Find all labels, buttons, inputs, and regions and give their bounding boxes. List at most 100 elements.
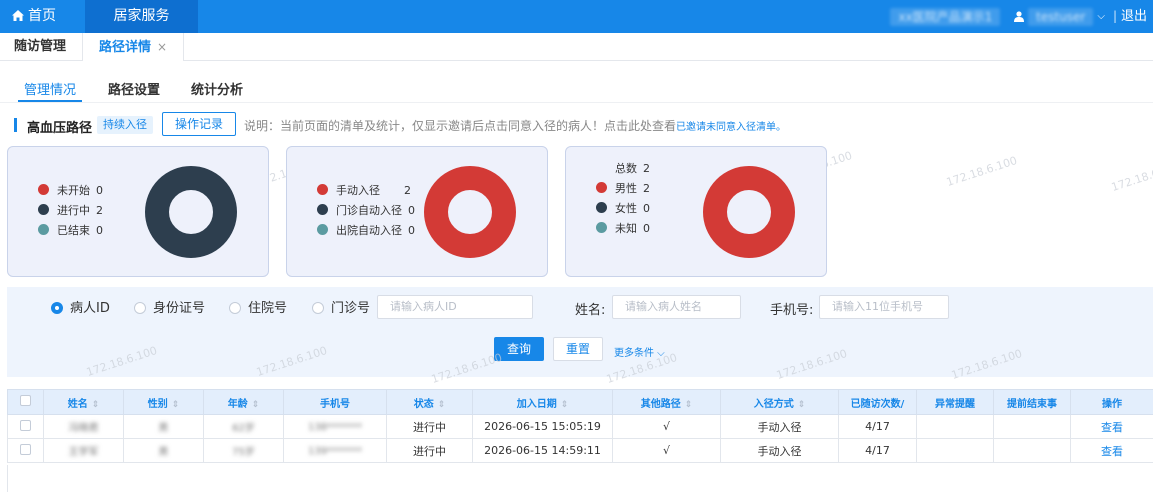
operation-record-button[interactable]: 操作记录 [162,112,236,136]
radio-circle[interactable] [51,302,63,314]
patient-phone: 138******* [307,422,363,433]
subtab-management[interactable]: 管理情况 [24,79,76,98]
cell-gender: 男 [123,414,204,439]
legend-value: 0 [643,202,650,215]
select-all-checkbox[interactable] [20,395,31,406]
patient-age: 75岁 [232,447,255,458]
view-link[interactable]: 查看 [1101,421,1123,434]
legend-item: 出院自动入径 0 [317,221,415,241]
column-header-label: 其他路径 [640,398,681,410]
select-all-header [7,389,44,415]
column-header-early-end: 提前结束事 [993,389,1071,415]
cell-age: 62岁 [203,414,284,439]
legend-label: 男性 [615,182,637,195]
more-conditions-link[interactable]: 更多条件 ⌵ [614,344,665,359]
total-label: 总数 [615,162,637,175]
user-area: xx医院产品演示1 testuser ⌵ | 退出 [890,0,1147,33]
cell-entry-method: 手动入径 [720,414,839,439]
legend-total: 总数 2 [596,159,650,179]
tab-path-detail[interactable]: 路径详情 × [82,33,184,61]
active-tab-indicator [18,100,82,102]
sort-icon[interactable]: ⇕ [798,400,806,410]
radio-circle[interactable] [229,302,241,314]
legend-dot [317,224,328,235]
radio-circle[interactable] [134,302,146,314]
row-checkbox[interactable] [20,443,31,455]
radio-inpatient-no[interactable]: 住院号 [229,301,287,317]
legend-value: 2 [404,184,411,197]
column-header-label: 性别 [147,398,168,410]
column-header-visits: 已随访次数/ [838,389,917,415]
gender-donut-chart [703,166,795,258]
cell-action: 查看 [1070,438,1153,463]
table-row: 王学军 男 75岁 139******* 进行中 2026-06-15 14:5… [7,438,1153,463]
legend-value: 2 [96,204,103,217]
row-select [7,414,44,439]
table-row: 冯晓君 男 62岁 138******* 进行中 2026-06-15 15:0… [7,414,1153,439]
column-header-label: 入径方式 [753,398,794,410]
path-description: 说明：当前页面的清单及统计，仅显示邀请后点击同意入径的病人！点击此处查看已邀请未… [244,117,786,134]
status-legend: 未开始 0 进行中 2 已结束 0 [38,181,103,241]
legend-item: 门诊自动入径 0 [317,201,415,221]
query-button[interactable]: 查询 [494,337,544,361]
sort-icon[interactable]: ⇕ [685,400,693,410]
cell-early-end [993,414,1071,439]
column-header-gender[interactable]: 性别 ⇕ [123,389,204,415]
uninvited-list-link[interactable]: 已邀请未同意入径清单。 [676,122,786,133]
radio-circle[interactable] [312,302,324,314]
row-select [7,438,44,463]
sort-icon[interactable]: ⇕ [92,400,100,410]
cell-alert [916,438,994,463]
view-link[interactable]: 查看 [1101,445,1123,458]
column-header-name[interactable]: 姓名 ⇕ [43,389,124,415]
sort-icon[interactable]: ⇕ [561,400,569,410]
legend-label: 未知 [615,222,637,235]
phone-input[interactable]: 请输入11位手机号 [819,295,949,319]
radio-outpatient-no[interactable]: 门诊号 [312,301,370,317]
reset-button[interactable]: 重置 [553,337,603,361]
row-checkbox[interactable] [20,419,31,431]
cell-phone: 138******* [283,414,387,439]
legend-item: 女性 0 [596,199,650,219]
legend-dot [596,182,607,193]
sort-icon[interactable]: ⇕ [252,400,260,410]
subtab-path-settings[interactable]: 路径设置 [108,79,160,98]
chevron-down-icon[interactable]: ⌵ [1097,0,1105,33]
table-header-row: 姓名 ⇕ 性别 ⇕ 年龄 ⇕ 手机号 状态 ⇕ 加入日期 ⇕ 其他路径 ⇕ 入径方式 ⇕ 已随… [7,389,1153,415]
name-input[interactable]: 请输入病人姓名 [612,295,741,319]
radio-patient-id[interactable]: 病人ID [51,301,110,317]
column-header-action: 操作 [1070,389,1153,415]
nav-home-service-label: 居家服务 [113,8,170,24]
cell-other-path: √ [612,414,721,439]
org-name[interactable]: xx医院产品演示1 [890,7,1001,26]
radio-id-card[interactable]: 身份证号 [134,301,205,317]
nav-home-service[interactable]: 居家服务 [85,0,198,33]
patient-id-input[interactable]: 请输入病人ID [377,295,533,319]
nav-home[interactable]: 首页 [0,0,85,33]
close-icon[interactable]: × [157,40,167,54]
tab-label: 路径详情 [99,40,152,55]
logout-link[interactable]: 退出 [1121,9,1147,24]
legend-dot [596,202,607,213]
column-header-entry-method[interactable]: 入径方式 ⇕ [720,389,839,415]
user-icon [1014,11,1025,22]
sort-icon[interactable]: ⇕ [172,400,180,410]
column-header-join-date[interactable]: 加入日期 ⇕ [472,389,613,415]
donut-slice-manual [424,166,516,258]
cell-join-date: 2026-06-15 15:05:19 [472,414,613,439]
column-header-label: 提前结束事 [1007,398,1057,410]
legend-item: 已结束 0 [38,221,103,241]
separator: | [1112,9,1117,23]
subtab-statistics[interactable]: 统计分析 [191,79,243,98]
sort-icon[interactable]: ⇕ [438,400,446,410]
column-header-age[interactable]: 年龄 ⇕ [203,389,284,415]
column-header-status[interactable]: 状态 ⇕ [386,389,473,415]
legend-value: 0 [643,222,650,235]
watermark: 172.18.6.100 [944,153,1019,190]
legend-item: 进行中 2 [38,201,103,221]
user-name[interactable]: testuser [1028,7,1094,26]
legend-dot [38,224,49,235]
column-header-other-path[interactable]: 其他路径 ⇕ [612,389,721,415]
legend-item: 手动入径 2 [317,181,415,201]
tab-follow-up-management[interactable]: 随访管理 [0,33,82,61]
